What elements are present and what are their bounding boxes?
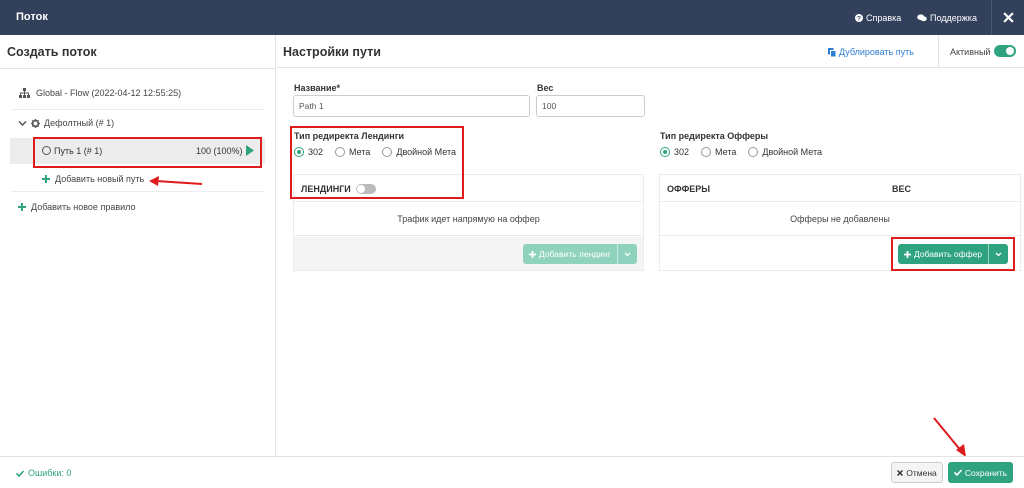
cancel-label: Отмена (906, 467, 937, 478)
errors-label: Ошибки: 0 (28, 468, 72, 478)
check-icon (953, 469, 962, 476)
close-icon (897, 469, 904, 476)
annotation-arrow-add-path (149, 176, 203, 186)
annotation-arrow-save (933, 417, 966, 457)
check-icon (16, 469, 24, 477)
footer-bar: Ошибки: 0 Отмена Сохранить (0, 456, 1024, 488)
annotation-arrows (149, 176, 966, 457)
save-label: Сохранить (964, 467, 1008, 478)
save-button[interactable]: Сохранить (948, 462, 1013, 483)
cancel-button[interactable]: Отмена (891, 462, 943, 483)
errors-status: Ошибки: 0 (16, 468, 71, 478)
